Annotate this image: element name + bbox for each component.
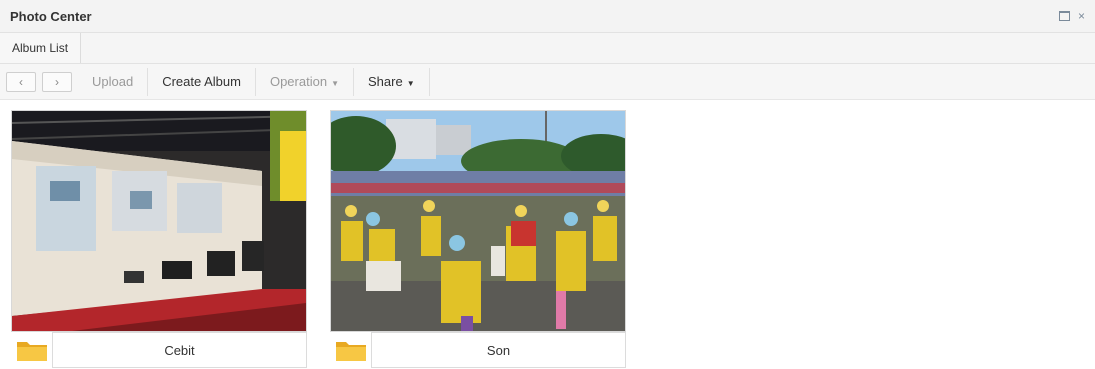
album-name[interactable]: Cebit [52,332,307,368]
album-card[interactable]: Son [330,110,626,368]
album-name[interactable]: Son [371,332,626,368]
share-label: Share [367,74,403,89]
album-card[interactable]: Cebit [11,110,307,368]
album-thumbnail-image[interactable] [11,110,307,332]
tab-album-list[interactable]: Album List [0,33,82,63]
create-album-button[interactable]: Create Album [148,64,255,100]
upload-button[interactable]: Upload [78,64,147,100]
toolbar-divider [428,67,430,96]
caret-down-icon: ▼ [331,79,339,88]
chevron-right-icon: › [55,74,59,89]
close-icon[interactable]: × [1078,9,1085,23]
chevron-left-icon: ‹ [19,74,23,89]
operation-label: Operation [269,74,328,89]
caret-down-icon: ▼ [406,79,415,88]
album-gallery: Cebit Son [0,100,1095,368]
folder-icon [330,332,371,368]
toolbar: ‹ › Upload Create Album Operation ▼ Shar… [0,64,1095,100]
window-title: Photo Center [10,8,92,24]
window-controls: × [1058,9,1085,23]
tab-bar: Album List [0,33,1095,64]
forward-button[interactable]: › [42,71,72,92]
share-menu-button[interactable]: Share ▼ [354,64,429,100]
window-titlebar: Photo Center × [0,0,1095,33]
back-button[interactable]: ‹ [6,71,36,92]
album-thumbnail-image[interactable] [330,110,626,332]
folder-icon [11,332,52,368]
restore-window-icon[interactable] [1058,11,1070,21]
operation-menu-button[interactable]: Operation ▼ [256,64,353,100]
